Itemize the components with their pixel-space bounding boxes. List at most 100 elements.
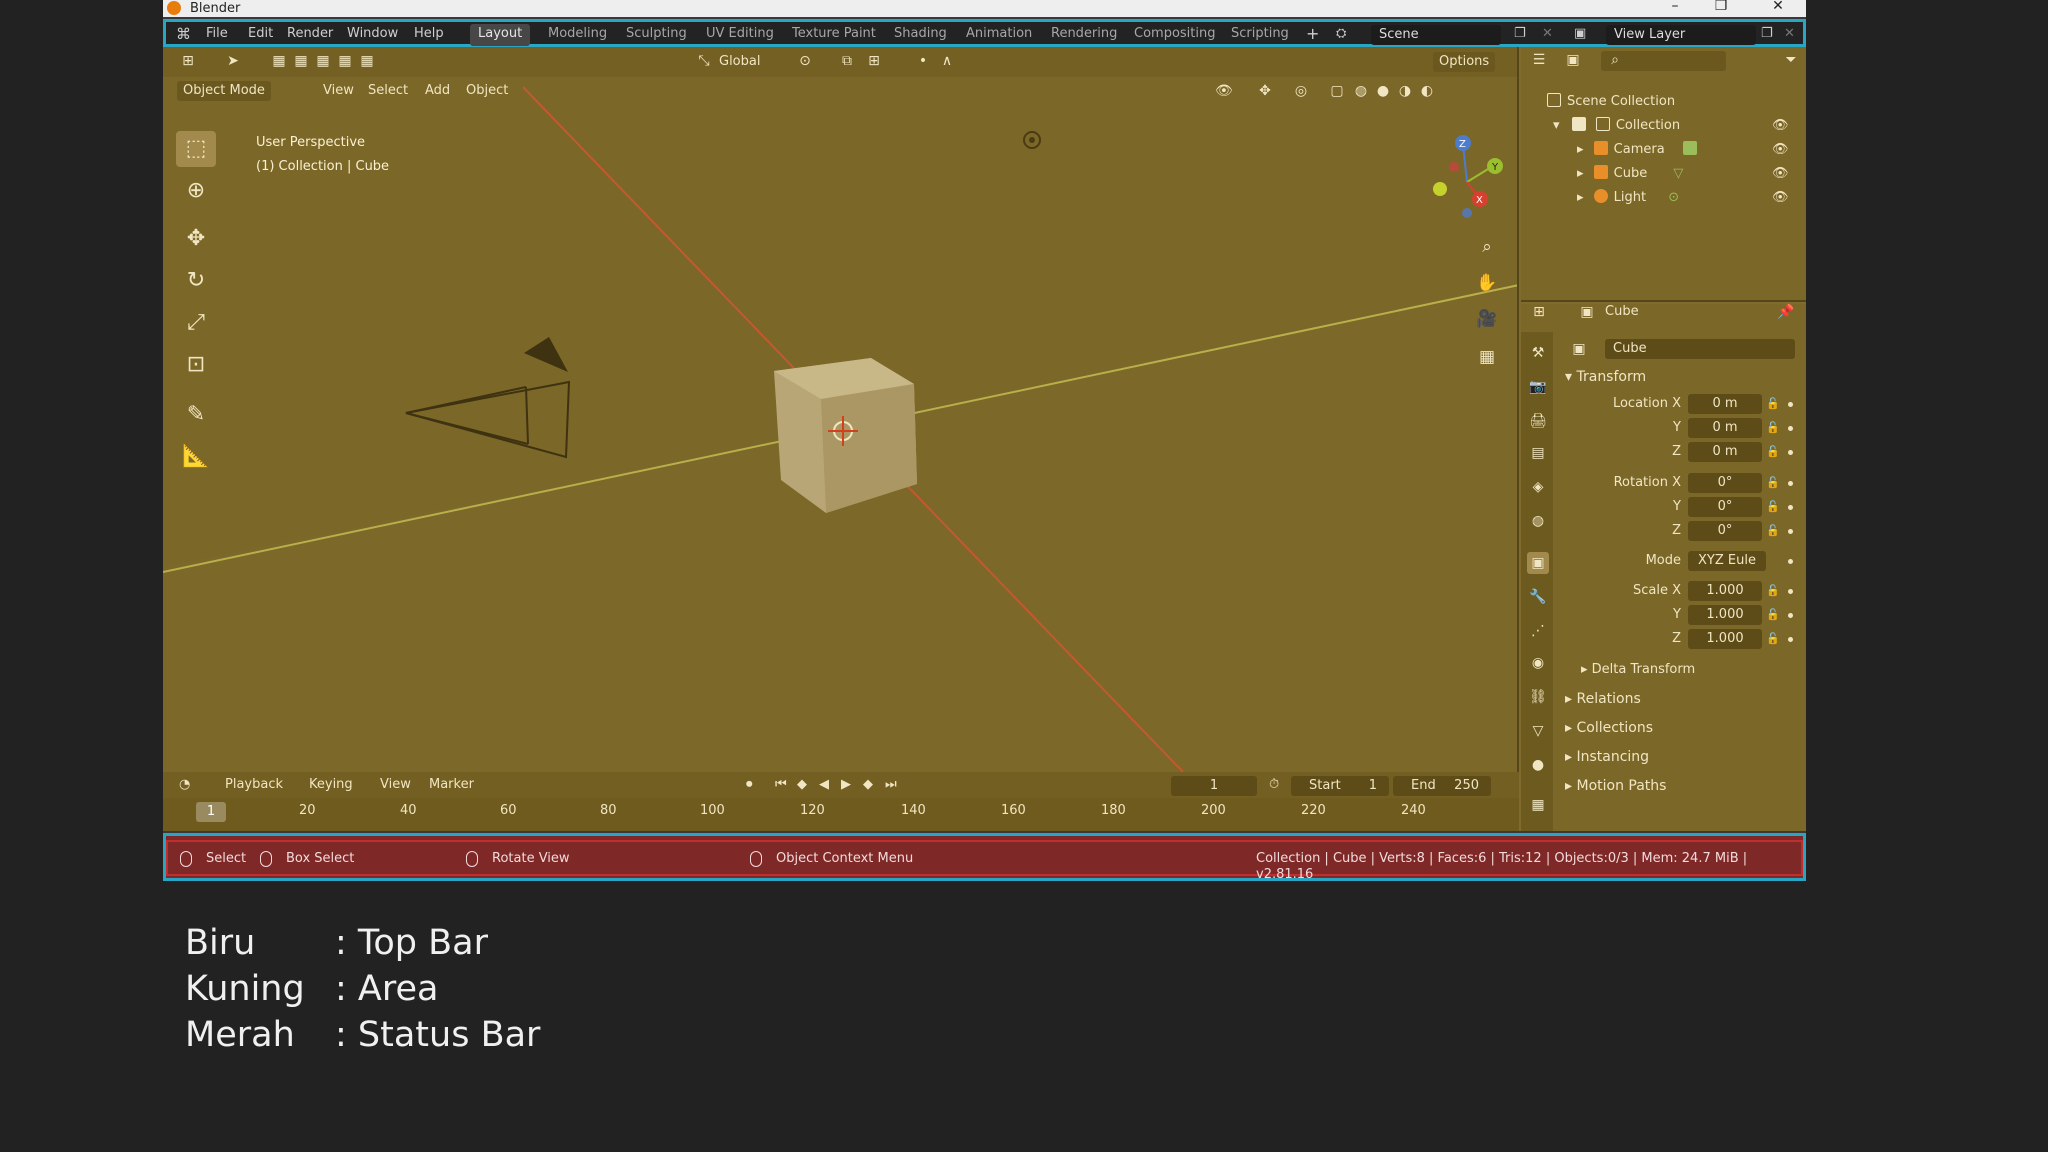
view-layer-selector-icon[interactable]: ▣ [1574,26,1586,42]
location-y-field[interactable]: 0 m [1688,418,1762,438]
record-icon[interactable]: ⏺ [746,776,753,794]
relations-panel[interactable]: ▸ Relations [1565,689,1641,709]
prev-keyframe-icon[interactable]: ◆ [797,776,807,794]
output-tab-icon[interactable]: 🖨 [1527,410,1549,432]
annotate-tool[interactable]: ✎ [176,397,216,433]
keyframe-rotation-y-icon[interactable] [1788,505,1793,510]
rotation-x-field[interactable]: 0° [1688,473,1762,493]
menu-file[interactable]: File [206,26,228,42]
motion-paths-panel[interactable]: ▸ Motion Paths [1565,776,1666,796]
checkbox-icon[interactable] [1571,117,1586,131]
3d-viewport[interactable]: ⊞ ➤ ▦ ▦ ▦ ▦ ▦ ⤡ Global ⊙ ⧉ ⊞ • ∧ Options… [163,47,1519,772]
start-frame-field[interactable]: Start 1 [1291,776,1389,796]
gizmo-toggle-icon[interactable]: ✥ [1257,83,1273,99]
menu-edit[interactable]: Edit [248,26,273,42]
instancing-panel[interactable]: ▸ Instancing [1565,747,1649,767]
visibility-icon[interactable]: 👁 [1215,83,1233,99]
particles-tab-icon[interactable]: ⋰ [1527,620,1549,642]
restore-icon[interactable]: ❐ [1706,0,1736,14]
transform-tool[interactable]: ⊡ [176,347,216,383]
mode-dropdown[interactable]: Object Mode [177,81,271,101]
new-scene-icon[interactable]: ❐ [1514,26,1526,42]
view-layer-tab-icon[interactable]: ▤ [1527,442,1549,464]
menu-marker[interactable]: Marker [429,776,474,794]
xray-icon[interactable]: ▢ [1329,83,1345,99]
menu-select[interactable]: Select [368,82,408,100]
tab-animation[interactable]: Animation [958,24,1040,46]
transform-orientation-dropdown[interactable]: Global [719,53,760,71]
rotate-tool[interactable]: ↻ [176,263,216,299]
outliner-editor-icon[interactable]: ☰ [1531,52,1547,68]
lock-rotation-y-icon[interactable]: 🔓 [1766,500,1780,514]
camera-object[interactable] [405,337,571,459]
rotation-y-field[interactable]: 0° [1688,497,1762,517]
data-tab-icon[interactable]: ▽ [1527,720,1549,742]
snapping-icon[interactable]: ⧉ [839,53,855,69]
selection-mode-subtract-icon[interactable]: ▦ [315,53,331,69]
lock-scale-z-icon[interactable]: 🔓 [1766,632,1780,646]
menu-timeline-view[interactable]: View [380,776,411,794]
overlays-icon[interactable]: ◎ [1293,83,1309,99]
menu-window[interactable]: Window [347,26,398,42]
ortho-grid-icon[interactable]: ▦ [1473,343,1501,371]
world-tab-icon[interactable]: ◍ [1527,510,1549,532]
current-frame-field[interactable]: 1 [1171,776,1257,796]
cube-visibility-icon[interactable]: 👁 [1772,167,1789,180]
keyframe-location-z-icon[interactable] [1788,450,1793,455]
new-view-layer-icon[interactable]: ❐ [1761,26,1773,42]
collection-visibility-icon[interactable]: 👁 [1772,119,1789,132]
select-box-tool[interactable]: ⬚ [176,131,216,167]
keyframe-scale-y-icon[interactable] [1788,613,1793,618]
wireframe-shading-icon[interactable]: ◍ [1353,83,1369,99]
proportional-editing-icon[interactable]: • [915,53,931,69]
zoom-icon[interactable]: ⌕ [1473,233,1501,261]
lock-scale-y-icon[interactable]: 🔓 [1766,608,1780,622]
scale-z-field[interactable]: 1.000 [1688,629,1762,649]
light-visibility-icon[interactable]: 👁 [1772,191,1789,204]
keyframe-scale-z-icon[interactable] [1788,637,1793,642]
collections-panel[interactable]: ▸ Collections [1565,718,1653,738]
end-frame-field[interactable]: End 250 [1393,776,1491,796]
options-dropdown[interactable]: Options [1433,52,1496,72]
material-tab-icon[interactable]: ● [1527,754,1549,776]
tab-uv-editing[interactable]: UV Editing [698,24,782,46]
play-reverse-icon[interactable]: ◀ [819,776,829,794]
transform-panel-header[interactable]: ▾ Transform [1565,367,1646,387]
scene-name-field[interactable]: Scene [1371,25,1501,45]
tab-rendering[interactable]: Rendering [1043,24,1125,46]
pan-hand-icon[interactable]: ✋ [1473,269,1501,297]
light-object[interactable] [1023,131,1041,149]
menu-add[interactable]: Add [425,82,450,100]
view-layer-field[interactable]: View Layer [1606,25,1756,45]
light-expand-icon[interactable]: ▸ [1577,190,1584,205]
selection-mode-intersect-icon[interactable]: ▦ [359,53,375,69]
keyframe-mode-icon[interactable] [1788,559,1793,564]
menu-keying[interactable]: Keying [309,776,353,794]
pivot-point-icon[interactable]: ⊙ [797,53,813,69]
scale-tool[interactable]: ⤢ [176,305,216,341]
remove-view-layer-icon[interactable]: ✕ [1784,26,1795,42]
blender-menu-icon[interactable]: ⌘ [176,26,191,42]
move-tool[interactable]: ✥ [176,221,216,257]
jump-end-icon[interactable]: ⏭ [885,776,897,794]
outliner-item-light[interactable]: ▸ Light ⊙ [1577,188,1679,208]
object-name-field[interactable]: Cube [1605,339,1795,359]
select-tool-icon[interactable]: ➤ [225,53,241,69]
measure-tool[interactable]: 📐 [176,439,216,475]
constraints-tab-icon[interactable]: ⛓ [1527,686,1549,708]
selection-mode-extend-icon[interactable]: ▦ [293,53,309,69]
object-tab-icon[interactable]: ▣ [1527,552,1549,574]
outliner-item-cube[interactable]: ▸ Cube ▽ [1577,164,1683,184]
menu-help[interactable]: Help [414,26,444,42]
scale-y-field[interactable]: 1.000 [1688,605,1762,625]
collection-expand-icon[interactable]: ▾ [1553,118,1560,133]
scene-tab-icon[interactable]: ◈ [1527,476,1549,498]
tab-sculpting[interactable]: Sculpting [618,24,695,46]
texture-tab-icon[interactable]: ▦ [1527,794,1549,816]
gizmo-neg-x-ball[interactable] [1449,162,1459,172]
camera-view-icon[interactable]: 🎥 [1473,305,1501,333]
properties-editor-icon[interactable]: ⊞ [1531,304,1547,320]
remove-scene-icon[interactable]: ✕ [1542,26,1553,42]
lock-rotation-z-icon[interactable]: 🔓 [1766,524,1780,538]
selection-mode-invert-icon[interactable]: ▦ [337,53,353,69]
